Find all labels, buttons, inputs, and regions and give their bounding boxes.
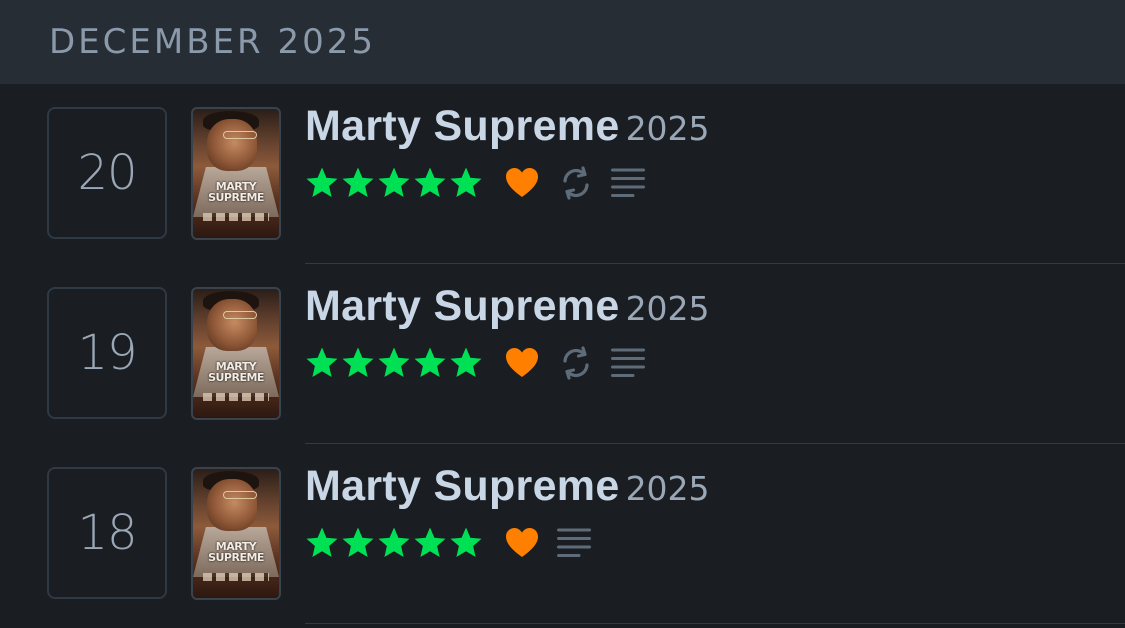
film-poster[interactable]: MARTY SUPREME <box>191 467 281 600</box>
day-box[interactable]: 19 <box>47 287 167 419</box>
film-poster[interactable]: MARTY SUPREME <box>191 107 281 240</box>
diary-entry[interactable]: 18 MARTY SUPREME Marty Supreme 2025 <box>0 444 1125 624</box>
rewatch-icon <box>563 346 589 380</box>
review-lines-icon <box>611 168 645 197</box>
star-icon <box>450 167 482 197</box>
diary-entry[interactable]: 19 MARTY SUPREME Marty Supreme 2025 <box>0 264 1125 444</box>
rating-stars <box>305 166 485 200</box>
star-icon <box>306 167 338 197</box>
film-title[interactable]: Marty Supreme <box>305 282 620 330</box>
star-icon <box>342 527 374 557</box>
entry-info: Marty Supreme 2025 <box>305 282 710 385</box>
review-lines-icon <box>557 528 591 557</box>
star-icon <box>414 347 446 377</box>
star-icon <box>306 527 338 557</box>
title-line: Marty Supreme 2025 <box>305 102 710 151</box>
heart-icon <box>506 168 538 197</box>
entry-divider <box>305 623 1125 624</box>
heart-icon <box>506 528 538 557</box>
star-icon <box>450 527 482 557</box>
title-line: Marty Supreme 2025 <box>305 462 710 511</box>
diary-page: DECEMBER 2025 20 MARTY SUPREME Marty Supr… <box>0 0 1125 628</box>
title-line: Marty Supreme 2025 <box>305 282 710 331</box>
day-box[interactable]: 18 <box>47 467 167 599</box>
star-icon <box>450 347 482 377</box>
entry-info: Marty Supreme 2025 <box>305 102 710 205</box>
film-poster[interactable]: MARTY SUPREME <box>191 287 281 420</box>
entry-meta <box>305 341 710 385</box>
star-icon <box>378 167 410 197</box>
day-box[interactable]: 20 <box>47 107 167 239</box>
diary-entry[interactable]: 20 MARTY SUPREME Marty Supreme 2025 <box>0 84 1125 264</box>
heart-icon <box>506 348 538 377</box>
poster-title: MARTY SUPREME <box>208 180 264 204</box>
rating-stars <box>305 526 485 560</box>
month-header: DECEMBER 2025 <box>0 0 1125 84</box>
star-icon <box>378 347 410 377</box>
rating-stars <box>305 346 485 380</box>
rewatch-icon <box>563 166 589 200</box>
star-icon <box>414 527 446 557</box>
film-year[interactable]: 2025 <box>626 109 710 148</box>
star-icon <box>378 527 410 557</box>
film-year[interactable]: 2025 <box>626 469 710 508</box>
star-icon <box>342 167 374 197</box>
film-title[interactable]: Marty Supreme <box>305 102 620 150</box>
star-icon <box>306 347 338 377</box>
entry-meta <box>305 161 710 205</box>
star-icon <box>342 347 374 377</box>
entry-info: Marty Supreme 2025 <box>305 462 710 565</box>
film-title[interactable]: Marty Supreme <box>305 462 620 510</box>
poster-title: MARTY SUPREME <box>208 360 264 384</box>
month-label: DECEMBER 2025 <box>49 22 376 62</box>
star-icon <box>414 167 446 197</box>
film-year[interactable]: 2025 <box>626 289 710 328</box>
review-lines-icon <box>611 348 645 377</box>
poster-title: MARTY SUPREME <box>208 540 264 564</box>
entry-meta <box>305 521 710 565</box>
